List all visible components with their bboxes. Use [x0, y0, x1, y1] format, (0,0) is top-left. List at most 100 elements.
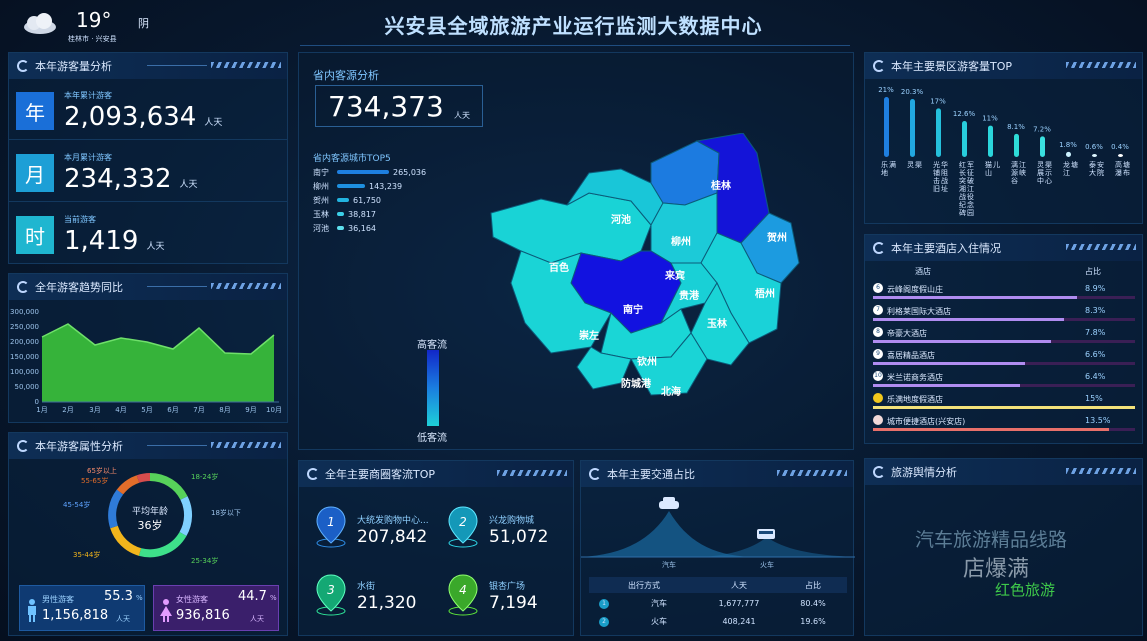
header-ring-icon [17, 60, 29, 72]
svg-text:3月: 3月 [89, 406, 100, 414]
svg-text:18-24岁: 18-24岁 [191, 472, 218, 481]
header-ring-icon [17, 440, 29, 452]
age-donut-chart: 平均年龄 36岁 65岁以上 55-65岁 45-54岁 18-24岁 18岁以… [63, 466, 241, 565]
svg-text:北海: 北海 [661, 385, 681, 398]
scenic-name-char: 源 [1011, 168, 1018, 177]
rank-badge [873, 415, 883, 425]
visitor-attribute-panel: 本年游客属性分析 平均年龄 36岁 65岁以上 55-65岁 45-54岁 18… [8, 432, 288, 636]
scenic-bar [1118, 154, 1123, 157]
scenic-name-char: 江 [1019, 161, 1026, 169]
scenic-bar [988, 125, 993, 157]
table-row: 乐满地度假酒店 15% [873, 393, 1135, 413]
svg-text:35-44岁: 35-44岁 [73, 550, 100, 559]
scenic-name-char: 瀑 [1115, 168, 1122, 177]
svg-text:4: 4 [459, 583, 467, 597]
header-ring-icon [873, 242, 885, 254]
scenic-name-char: 塘 [1123, 160, 1130, 169]
location-pin-icon: 4 [445, 573, 485, 617]
y-tick: 50,000 [15, 383, 40, 391]
bar-value-label: 17% [930, 97, 946, 105]
scenic-name-char: 光 [933, 160, 940, 169]
panel-title: 本年游客属性分析 [35, 440, 123, 453]
rank-badge: 7 [873, 305, 883, 315]
table-row: 6 云峰阁度假山庄 8.9% [873, 283, 1135, 303]
panel-title: 全年主要商圈客流TOP [325, 468, 436, 481]
scenic-bar [1014, 133, 1019, 157]
opinion-panel: 旅游舆情分析 汽车旅游精品线路 店爆满 红色旅游 [864, 458, 1143, 636]
hotel-name: 云峰阁度假山庄 [887, 285, 943, 294]
hotel-name: 利格莱国际大酒店 [887, 307, 951, 316]
svg-text:65岁以上: 65岁以上 [87, 466, 117, 475]
svg-text:来宾: 来宾 [664, 269, 685, 282]
scenic-name-char: 红 [959, 160, 966, 169]
header-ring-icon [873, 466, 885, 478]
svg-text:9月: 9月 [245, 406, 256, 414]
car-icon [659, 497, 679, 509]
scenic-name-char: 高 [1115, 160, 1122, 169]
svg-text:钦州: 钦州 [637, 355, 657, 368]
stat-year: 年 本年累计游客 2,093,634 人天 [8, 80, 288, 140]
panel-title: 旅游舆情分析 [891, 466, 957, 479]
table-row: 9 喜居精品酒店 6.6% [873, 349, 1135, 369]
scenic-name-char: 谷 [1011, 176, 1018, 185]
scenic-name-char: 碑 [959, 208, 966, 217]
table-row: 城市便捷酒店(兴安店) 13.5% [873, 415, 1135, 435]
hotel-bar [873, 318, 1065, 321]
trend-area [42, 324, 274, 402]
word-cloud-item: 汽车旅游精品线路 [915, 529, 1068, 551]
location-pin-icon: 2 [445, 505, 485, 549]
table-row: 7 利格莱国际大酒店 8.3% [873, 305, 1135, 325]
svg-text:6月: 6月 [167, 406, 178, 414]
panel-header: 本年主要交通占比 [581, 461, 853, 487]
legend-gradient [427, 350, 439, 426]
scenic-name-char: 念 [967, 200, 974, 209]
bar-value-label: 7.2% [1033, 125, 1051, 133]
scenic-name-char: 突 [959, 176, 966, 185]
bar-value-label: 0.4% [1111, 143, 1129, 151]
svg-text:火车: 火车 [760, 560, 774, 569]
panel-title: 本年主要交通占比 [607, 468, 695, 481]
location-pin-icon: 3 [313, 573, 353, 617]
scenic-name-char: 猫 [985, 160, 992, 169]
scenic-bar [936, 108, 941, 157]
rank-badge: 10 [873, 371, 883, 381]
svg-text:玉林: 玉林 [707, 317, 728, 330]
scenic-name-char: 役 [967, 192, 974, 201]
panel-title: 省内客源分析 [313, 69, 379, 82]
hotel-pct: 6.6% [1085, 350, 1106, 359]
scenic-name-char: 华 [941, 160, 948, 169]
svg-text:河池: 河池 [611, 213, 631, 226]
month-badge: 月 [16, 154, 54, 192]
scenic-name-char: 院 [1097, 168, 1104, 177]
svg-text:2月: 2月 [62, 406, 73, 414]
scenic-name-char: 战 [941, 176, 948, 185]
scenic-name-char: 塘 [1071, 160, 1078, 169]
bar-value-label: 8.1% [1007, 123, 1025, 131]
svg-text:55-65岁: 55-65岁 [81, 476, 108, 485]
map-region-liuzhou [650, 140, 720, 206]
svg-text:百色: 百色 [549, 261, 569, 274]
scenic-name-char: 江 [1063, 169, 1070, 177]
svg-text:平均年龄: 平均年龄 [132, 505, 168, 517]
table-row: 2 火车 408,241 19.6% [589, 613, 847, 629]
y-tick: 150,000 [10, 353, 39, 361]
svg-text:18岁以下: 18岁以下 [211, 508, 241, 517]
svg-text:梧州: 梧州 [755, 287, 775, 300]
scenic-name-char: 山 [985, 168, 992, 177]
hotel-pct: 13.5% [1085, 416, 1111, 425]
scenic-name-char: 峡 [1019, 168, 1026, 177]
scenic-name-char: 渠 [915, 160, 922, 169]
scenic-name-char: 军 [967, 161, 974, 169]
scenic-name-char: 战 [959, 192, 966, 201]
rank-badge: 9 [873, 349, 883, 359]
scenic-name-char: 纪 [959, 200, 966, 209]
female-icon [160, 599, 172, 622]
svg-text:南宁: 南宁 [623, 303, 643, 316]
scenic-top-panel: 本年主要景区游客量TOP 21% 乐满地 20.3% 灵渠 17% 光华铺阻击战旧址 12.… [864, 52, 1143, 224]
hotel-bar [873, 362, 1025, 365]
y-tick: 250,000 [10, 323, 39, 331]
legend-high: 高客流 [417, 340, 447, 351]
column-header: 占比 [1085, 267, 1101, 276]
female-stat-card: 女性游客 44.7 % 936,816 人天 [153, 585, 279, 631]
scenic-name-char: 址 [941, 184, 948, 193]
